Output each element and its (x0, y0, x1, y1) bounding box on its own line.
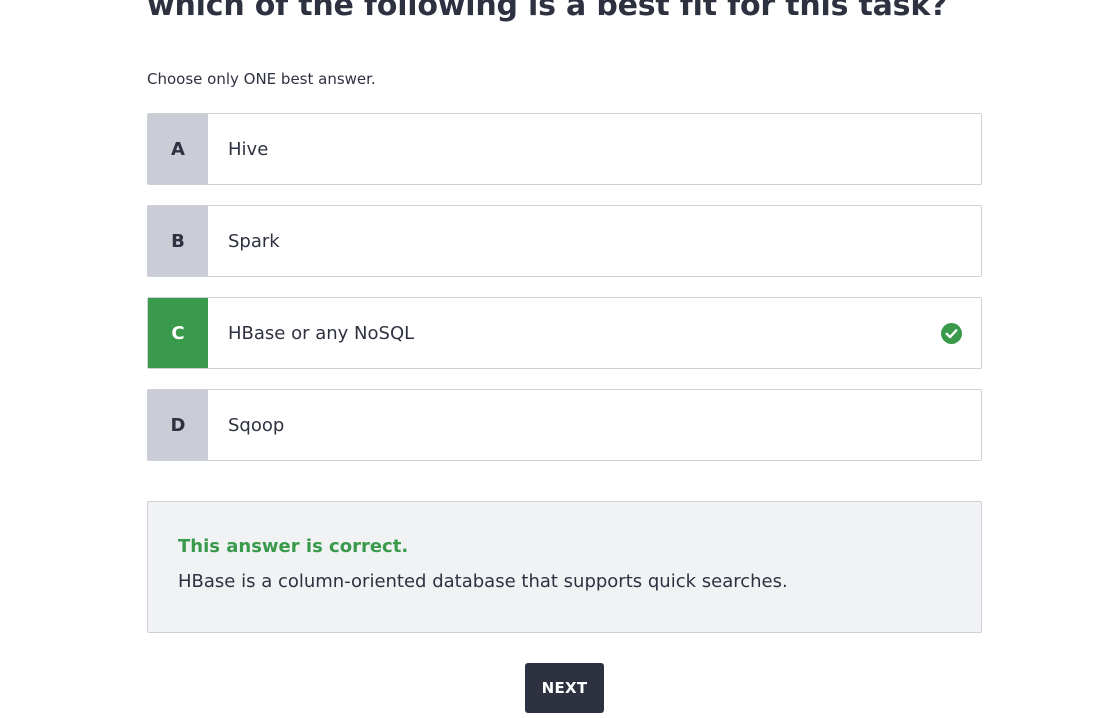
option-letter: D (148, 390, 208, 460)
option-label: Spark (228, 230, 280, 252)
quiz-page: which of the following is a best fit for… (0, 0, 1107, 718)
next-button[interactable]: NEXT (525, 663, 604, 713)
option-label: HBase or any NoSQL (228, 322, 415, 344)
feedback-title: This answer is correct. (178, 536, 409, 557)
feedback-explanation: HBase is a column-oriented database that… (178, 571, 788, 592)
option-label: Sqoop (228, 414, 285, 436)
feedback-panel: This answer is correct. HBase is a colum… (147, 501, 982, 633)
option-d[interactable]: D Sqoop (147, 389, 982, 461)
answer-options: A Hive B Spark C HBase or any NoSQL D Sq… (147, 113, 982, 481)
instruction-text: Choose only ONE best answer. (147, 70, 376, 88)
option-c[interactable]: C HBase or any NoSQL (147, 297, 982, 369)
option-letter: A (148, 114, 208, 184)
option-letter: C (148, 298, 208, 368)
option-b[interactable]: B Spark (147, 205, 982, 277)
question-text: which of the following is a best fit for… (147, 0, 948, 23)
option-letter: B (148, 206, 208, 276)
option-a[interactable]: A Hive (147, 113, 982, 185)
check-circle-icon (921, 298, 981, 368)
option-label: Hive (228, 138, 269, 160)
